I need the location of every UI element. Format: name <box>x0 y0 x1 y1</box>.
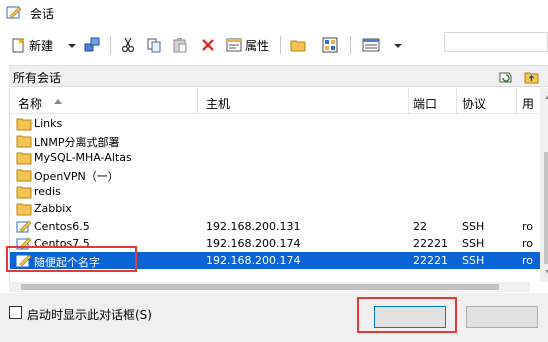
toolbar-separator <box>350 36 351 54</box>
vertical-scrollbar[interactable] <box>540 88 548 282</box>
session-row[interactable]: Centos7.5 192.168.200.174 22221 SSH ro <box>10 235 540 252</box>
session-app-icon <box>6 6 22 19</box>
folder-icon <box>16 186 32 199</box>
column-port[interactable]: 端口 <box>413 95 437 112</box>
up-folder-icon[interactable] <box>523 68 540 85</box>
folder-icon <box>16 203 32 216</box>
view-list-icon <box>362 38 380 52</box>
session-row[interactable]: Centos6.5 192.168.200.131 22 SSH ro <box>10 218 540 235</box>
folder-row[interactable]: MySQL-MHA-Altas <box>10 149 540 166</box>
folder-name: Zabbix <box>34 202 72 215</box>
view-button[interactable] <box>362 34 380 56</box>
list-header: 名称 主机 端口 协议 用 <box>10 88 540 114</box>
refresh-icon[interactable] <box>497 68 514 85</box>
session-list: 名称 主机 端口 协议 用 Links LNMP分离式部署 MySQL-MHA-… <box>9 88 548 282</box>
folder-name: redis <box>34 185 61 198</box>
session-host: 192.168.200.131 <box>206 220 301 233</box>
folder-row[interactable]: Links <box>10 115 540 132</box>
show-on-startup-checkbox[interactable] <box>9 306 22 319</box>
folder-path-bar: 所有会话 <box>9 65 548 87</box>
session-host: 192.168.200.174 <box>206 254 301 267</box>
folder-name: LNMP分离式部署 <box>34 136 120 149</box>
column-protocol[interactable]: 协议 <box>462 95 486 112</box>
folder-row[interactable]: LNMP分离式部署 <box>10 132 540 149</box>
copy-icon <box>147 38 161 53</box>
session-user: ro <box>522 254 534 267</box>
network-icon <box>84 37 100 52</box>
scroll-thumb[interactable] <box>21 284 499 290</box>
properties-icon <box>226 38 242 52</box>
session-host: 192.168.200.174 <box>206 237 301 250</box>
new-label: 新建 <box>29 38 54 53</box>
session-protocol: SSH <box>462 237 485 250</box>
show-on-startup-label[interactable]: 启动时显示此对话框(S) <box>27 306 152 323</box>
scroll-thumb[interactable] <box>544 152 548 264</box>
session-user: ro <box>522 237 534 250</box>
folder-row[interactable]: redis <box>10 183 540 200</box>
session-name: Centos6.5 <box>34 220 90 233</box>
folder-icon <box>16 152 32 165</box>
folder-name: OpenVPN（一） <box>34 170 119 183</box>
connect-bar-button[interactable] <box>322 34 338 56</box>
horizontal-scrollbar[interactable] <box>9 282 530 292</box>
column-divider[interactable] <box>408 88 409 114</box>
new-icon <box>12 38 24 53</box>
title-bar: 会话 <box>0 0 548 24</box>
properties-label: 属性 <box>245 38 270 53</box>
column-user[interactable]: 用 <box>522 95 534 112</box>
session-protocol: SSH <box>462 254 485 267</box>
column-name[interactable]: 名称 <box>18 95 42 112</box>
session-icon <box>16 237 32 250</box>
session-icon <box>16 254 32 267</box>
column-divider[interactable] <box>516 88 517 114</box>
folder-icon <box>16 169 32 182</box>
new-folder-button[interactable] <box>84 34 100 56</box>
column-divider[interactable] <box>456 88 457 114</box>
new-dropdown-arrow[interactable] <box>68 44 76 48</box>
folder-row[interactable]: Zabbix <box>10 200 540 217</box>
properties-button[interactable]: 属性 <box>226 34 269 56</box>
folder-row[interactable]: OpenVPN（一） <box>10 166 540 183</box>
delete-x-icon <box>202 39 214 51</box>
session-name: 随便起个名字 <box>34 256 100 269</box>
session-port: 22221 <box>413 254 448 267</box>
session-name: Centos7.5 <box>34 237 90 250</box>
session-port: 22 <box>413 220 427 233</box>
session-port: 22221 <box>413 237 448 250</box>
session-protocol: SSH <box>462 220 485 233</box>
close-button[interactable] <box>466 306 538 328</box>
toolbar-separator <box>110 36 111 54</box>
cut-button[interactable] <box>120 34 136 56</box>
paste-icon <box>173 38 187 53</box>
toolbar-separator <box>280 36 281 54</box>
view-dropdown-arrow[interactable] <box>394 44 402 48</box>
session-row-selected[interactable]: 随便起个名字 192.168.200.174 22221 SSH ro <box>10 252 540 269</box>
copy-button[interactable] <box>146 34 162 56</box>
sort-ascending-icon <box>54 99 62 104</box>
folder-icon <box>16 118 32 131</box>
window-title: 会话 <box>30 7 55 21</box>
session-user: ro <box>522 220 534 233</box>
session-icon <box>16 220 32 233</box>
dialog-footer: 启动时显示此对话框(S) <box>0 293 548 342</box>
delete-button[interactable] <box>200 34 216 56</box>
connect-icon <box>322 37 338 53</box>
open-folder-button[interactable] <box>290 34 306 56</box>
folder-name: MySQL-MHA-Altas <box>34 151 132 164</box>
folder-path: 所有会话 <box>13 71 62 85</box>
column-host[interactable]: 主机 <box>206 95 230 112</box>
connect-button[interactable] <box>374 306 446 328</box>
folder-name: Links <box>34 117 63 130</box>
new-button[interactable]: 新建 <box>10 34 53 56</box>
search-input[interactable] <box>444 32 548 52</box>
paste-button[interactable] <box>172 34 188 56</box>
folder-icon <box>16 135 32 148</box>
column-divider[interactable] <box>197 88 198 114</box>
scissors-icon <box>121 37 135 53</box>
folder-icon <box>290 40 306 52</box>
